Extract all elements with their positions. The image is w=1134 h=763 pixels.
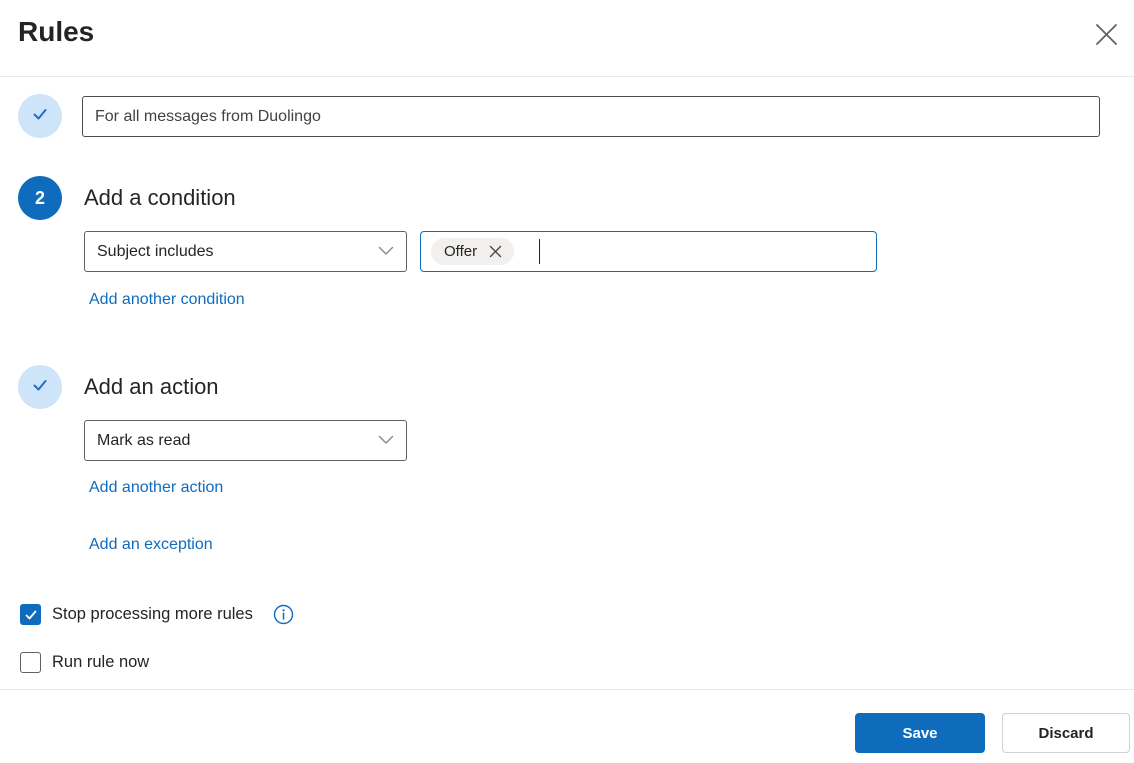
discard-button[interactable]: Discard: [1002, 713, 1130, 753]
check-icon: [30, 375, 50, 400]
save-button[interactable]: Save: [855, 713, 985, 753]
condition-value-input[interactable]: Offer: [420, 231, 877, 272]
stop-processing-row: Stop processing more rules: [20, 604, 294, 625]
chevron-down-icon: [378, 432, 394, 450]
step-2-number: 2: [34, 187, 45, 208]
step-2-badge: 2: [18, 176, 62, 220]
run-rule-now-checkbox[interactable]: [20, 652, 41, 673]
action-heading: Add an action: [84, 374, 219, 399]
chevron-down-icon: [378, 243, 394, 261]
close-icon: [1095, 23, 1118, 49]
close-button[interactable]: [1088, 20, 1124, 52]
rule-name-input[interactable]: [82, 96, 1100, 137]
condition-dropdown-value: Subject includes: [97, 242, 214, 260]
add-another-condition-link[interactable]: Add another condition: [89, 291, 245, 309]
stop-processing-label: Stop processing more rules: [52, 605, 253, 623]
text-cursor: [539, 239, 541, 264]
info-icon[interactable]: [273, 604, 294, 625]
add-an-exception-link[interactable]: Add an exception: [89, 536, 213, 554]
action-dropdown-value: Mark as read: [97, 431, 191, 449]
chip-remove-icon[interactable]: [489, 245, 502, 258]
dialog-title: Rules: [18, 16, 95, 47]
header-divider: [0, 76, 1134, 77]
step-3-complete-badge: [18, 365, 62, 409]
run-rule-now-label: Run rule now: [52, 653, 150, 671]
condition-chip-label: Offer: [444, 243, 478, 260]
action-dropdown[interactable]: Mark as read: [84, 420, 407, 461]
run-rule-now-row: Run rule now: [20, 652, 149, 673]
condition-chip: Offer: [431, 238, 515, 265]
add-another-action-link[interactable]: Add another action: [89, 479, 223, 497]
footer-divider: [0, 689, 1134, 690]
stop-processing-checkbox[interactable]: [20, 604, 41, 625]
condition-dropdown[interactable]: Subject includes: [84, 231, 407, 272]
rules-dialog: Rules 2 Add a condition Subject includes…: [0, 0, 1134, 763]
step-1-complete-badge: [18, 94, 62, 138]
check-icon: [30, 104, 50, 129]
condition-heading: Add a condition: [84, 185, 236, 210]
